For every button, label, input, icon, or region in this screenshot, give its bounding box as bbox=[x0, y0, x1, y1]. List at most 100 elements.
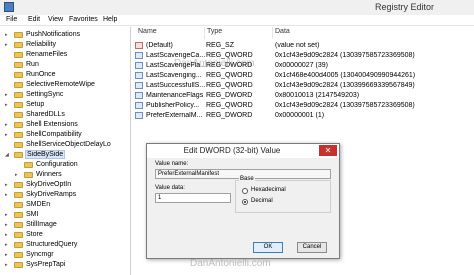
value-type: REG_QWORD bbox=[206, 72, 253, 79]
expand-arrow-icon[interactable]: ▸ bbox=[5, 92, 10, 98]
value-data: 0x1cf43e9d09c2824 (130397585723369508) bbox=[275, 52, 415, 59]
tree-item[interactable]: SharedDLLs bbox=[0, 110, 130, 120]
menu-view[interactable]: View bbox=[48, 16, 63, 23]
tree-item[interactable]: RenameFiles bbox=[0, 50, 130, 60]
value-row[interactable]: PreferExternalM... REG_DWORD 0x00000001 (1… bbox=[132, 111, 474, 121]
column-divider[interactable] bbox=[204, 27, 205, 39]
expand-arrow-icon[interactable]: ▸ bbox=[5, 102, 10, 108]
tree-item-label[interactable]: SkyDriveOptIn bbox=[26, 181, 71, 188]
expand-arrow-icon[interactable]: ◢ bbox=[5, 152, 10, 158]
tree-item[interactable]: Configuration bbox=[0, 160, 130, 170]
expand-arrow-icon[interactable]: ▸ bbox=[5, 122, 10, 128]
tree-item-label[interactable]: StillImage bbox=[26, 221, 57, 228]
expand-arrow-icon[interactable]: ▸ bbox=[5, 252, 10, 258]
tree-item[interactable]: ▸ PushNotifications bbox=[0, 30, 130, 40]
tree-item[interactable]: ▸ Winners bbox=[0, 170, 130, 180]
tree-item-label[interactable]: Shell Extensions bbox=[26, 121, 78, 128]
value-row[interactable]: LastSuccessfullS... REG_QWORD 0x1cf43e9d09… bbox=[132, 81, 474, 91]
tree-item-label[interactable]: Setup bbox=[26, 101, 44, 108]
column-divider[interactable] bbox=[272, 27, 273, 39]
ok-button[interactable]: OK bbox=[253, 242, 283, 253]
tree-item-label[interactable]: SMI bbox=[26, 211, 38, 218]
tree-item[interactable]: ▸ ShellCompatibility bbox=[0, 130, 130, 140]
tree-item[interactable]: ▸ StillImage bbox=[0, 220, 130, 230]
hexadecimal-radio[interactable] bbox=[242, 188, 248, 194]
column-header-name[interactable]: Name bbox=[138, 28, 157, 38]
column-header-type[interactable]: Type bbox=[207, 28, 222, 38]
tree-item[interactable]: ShellServiceObjectDelayLo bbox=[0, 140, 130, 150]
tree-item[interactable]: ▸ StructuredQuery bbox=[0, 240, 130, 250]
folder-icon bbox=[14, 212, 23, 218]
tree-item[interactable]: ▸ Shell Extensions bbox=[0, 120, 130, 130]
expand-arrow-icon[interactable]: ▸ bbox=[5, 32, 10, 38]
dialog-title-bar[interactable]: Edit DWORD (32-bit) Value ✕ bbox=[147, 144, 339, 158]
tree-item[interactable]: RunOnce bbox=[0, 70, 130, 80]
value-data-field[interactable]: 1 bbox=[155, 193, 231, 203]
tree-item[interactable]: ▸ Setup bbox=[0, 100, 130, 110]
tree-item-label[interactable]: Configuration bbox=[36, 161, 78, 168]
tree-item-label[interactable]: RenameFiles bbox=[26, 51, 67, 58]
tree-item[interactable]: ▸ Syncmgr bbox=[0, 250, 130, 260]
tree-item[interactable]: SMDEn bbox=[0, 200, 130, 210]
tree-item-label[interactable]: SkyDriveRamps bbox=[26, 191, 76, 198]
tree-item[interactable]: ▸ SMI bbox=[0, 210, 130, 220]
value-row[interactable]: PublisherPolicy... REG_QWORD 0x1cf43e9d09c… bbox=[132, 101, 474, 111]
expand-arrow-icon[interactable]: ▸ bbox=[5, 232, 10, 238]
tree-item[interactable]: ▸ SettingSync bbox=[0, 90, 130, 100]
tree-item-label[interactable]: Run bbox=[26, 61, 39, 68]
tree-item[interactable]: ▸ Store bbox=[0, 230, 130, 240]
value-row[interactable]: (Default) REG_SZ (value not set) bbox=[132, 41, 474, 51]
expand-arrow-icon[interactable]: ▸ bbox=[5, 132, 10, 138]
tree-item-label[interactable]: SideBySide bbox=[24, 150, 66, 159]
menu-help[interactable]: Help bbox=[103, 16, 117, 23]
dialog-close-icon[interactable]: ✕ bbox=[319, 145, 337, 156]
value-name-label: Value name: bbox=[155, 161, 189, 167]
tree-item[interactable]: ◢ SideBySide bbox=[0, 150, 130, 160]
tree-item[interactable]: ▸ Reliability bbox=[0, 40, 130, 50]
value-row[interactable]: MaintenanceFlags REG_DWORD 0x80010013 (214… bbox=[132, 91, 474, 101]
registry-key-tree[interactable]: ▸ PushNotifications ▸ Reliability RenameFile… bbox=[0, 27, 131, 275]
expand-arrow-icon[interactable]: ▸ bbox=[15, 172, 20, 178]
tree-item[interactable]: SelectiveRemoteWipe bbox=[0, 80, 130, 90]
expand-arrow-icon[interactable]: ▸ bbox=[5, 42, 10, 48]
tree-item-label[interactable]: ShellServiceObjectDelayLo bbox=[26, 141, 111, 148]
expand-arrow-icon[interactable]: ▸ bbox=[5, 192, 10, 198]
expand-arrow-icon[interactable]: ▸ bbox=[5, 182, 10, 188]
tree-item-label[interactable]: SettingSync bbox=[26, 91, 63, 98]
tree-item-label[interactable]: RunOnce bbox=[26, 71, 56, 78]
tree-item-label[interactable]: SMDEn bbox=[26, 201, 50, 208]
value-name: LastSuccessfullS... bbox=[146, 82, 206, 89]
base-label: Base bbox=[239, 176, 255, 182]
tree-item-label[interactable]: Store bbox=[26, 231, 43, 238]
tree-item[interactable]: Run bbox=[0, 60, 130, 70]
menu-file[interactable]: File bbox=[6, 16, 17, 23]
menu-edit[interactable]: Edit bbox=[28, 16, 40, 23]
tree-item-label[interactable]: Reliability bbox=[26, 41, 56, 48]
menu-favorites[interactable]: Favorites bbox=[69, 16, 98, 23]
tree-item[interactable]: ▸ SkyDriveOptIn bbox=[0, 180, 130, 190]
tree-item[interactable]: ▸ SkyDriveRamps bbox=[0, 190, 130, 200]
decimal-label[interactable]: Decimal bbox=[251, 198, 273, 204]
tree-item-label[interactable]: StructuredQuery bbox=[26, 241, 77, 248]
hexadecimal-label[interactable]: Hexadecimal bbox=[251, 187, 286, 193]
tree-item-label[interactable]: Syncmgr bbox=[26, 251, 54, 258]
tree-item-label[interactable]: Winners bbox=[36, 171, 62, 178]
tree-item-label[interactable]: SelectiveRemoteWipe bbox=[26, 81, 95, 88]
decimal-radio[interactable] bbox=[242, 199, 248, 205]
tree-item-label[interactable]: SysPrepTapi bbox=[26, 261, 65, 268]
expand-arrow-icon[interactable]: ▸ bbox=[5, 242, 10, 248]
column-header-data[interactable]: Data bbox=[275, 28, 290, 38]
value-data: (value not set) bbox=[275, 42, 320, 49]
tree-item-label[interactable]: SharedDLLs bbox=[26, 111, 65, 118]
expand-arrow-icon[interactable]: ▸ bbox=[5, 262, 10, 268]
tree-item[interactable]: ▸ SysPrepTapi bbox=[0, 260, 130, 270]
expand-arrow-icon[interactable]: ▸ bbox=[5, 212, 10, 218]
tree-item-label[interactable]: ShellCompatibility bbox=[26, 131, 82, 138]
folder-icon bbox=[14, 252, 23, 258]
folder-icon bbox=[14, 152, 23, 158]
value-row[interactable]: LastScavenging... REG_QWORD 0x1cf468e400d4… bbox=[132, 71, 474, 81]
tree-item-label[interactable]: PushNotifications bbox=[26, 31, 80, 38]
expand-arrow-icon[interactable]: ▸ bbox=[5, 222, 10, 228]
cancel-button[interactable]: Cancel bbox=[297, 242, 327, 253]
